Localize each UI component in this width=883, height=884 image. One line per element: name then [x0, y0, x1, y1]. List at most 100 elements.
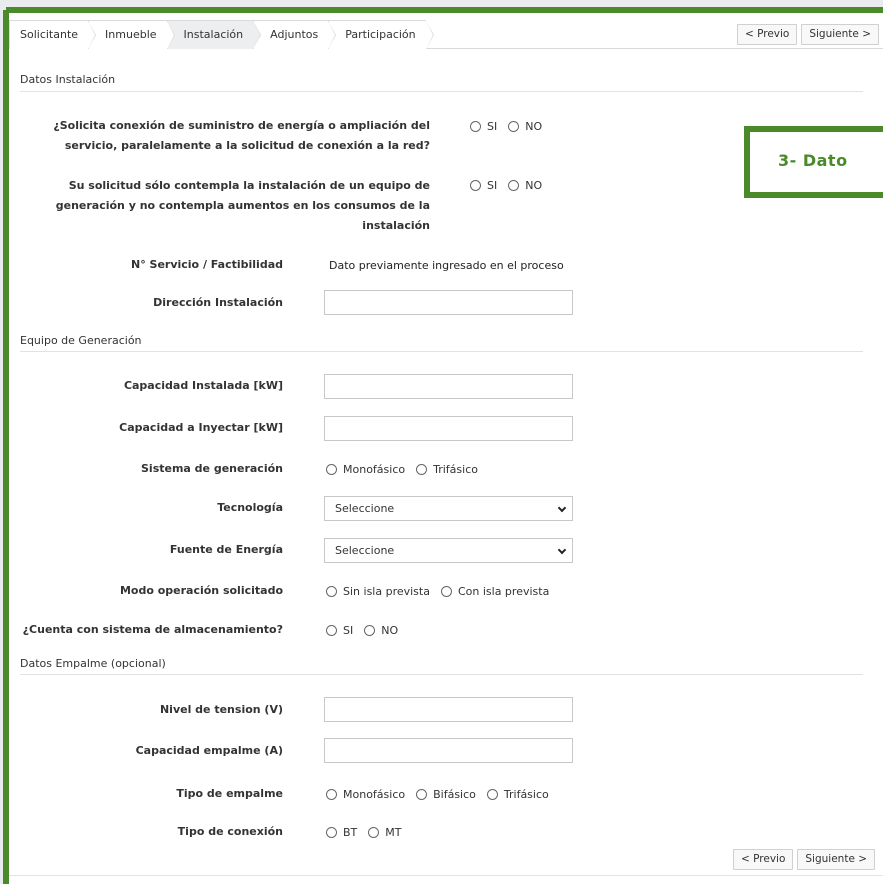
modo-option-sin-isla[interactable]: Sin isla prevista	[326, 585, 430, 598]
tipo-empalme-radio-group: Monofásico Bifásico Trifásico	[326, 788, 549, 801]
tecnologia-select[interactable]: Seleccione	[324, 496, 573, 521]
tipo-conexion-label: Tipo de conexión	[177, 825, 283, 838]
q2-radio-group: SI NO	[470, 179, 542, 192]
tipo-empalme-option-monofasico[interactable]: Monofásico	[326, 788, 405, 801]
q2-label-line3: instalación	[362, 219, 430, 232]
radio-circle-icon[interactable]	[470, 121, 481, 132]
q2-option-si-label: SI	[487, 179, 498, 192]
frame-left-bar	[3, 10, 9, 884]
almacenamiento-label: ¿Cuenta con sistema de almacenamiento?	[22, 623, 283, 636]
modo-option-con-isla-label: Con isla prevista	[457, 585, 550, 598]
prev-button-top[interactable]: < Previo	[736, 23, 798, 45]
nivel-tension-label: Nivel de tension (V)	[159, 703, 283, 716]
tipo-empalme-option-bifasico-label: Bifásico	[433, 788, 476, 801]
q1-option-no[interactable]: NO	[508, 120, 542, 133]
radio-circle-icon[interactable]	[326, 827, 337, 838]
tab-instalacion[interactable]: Instalación	[166, 20, 261, 49]
sistema-radio-group: Monofásico Trifásico	[326, 463, 478, 476]
tecnologia-label: Tecnología	[217, 501, 283, 514]
prev-button-bottom[interactable]: < Previo	[733, 849, 794, 870]
radio-circle-icon[interactable]	[326, 464, 337, 475]
tab-inmueble[interactable]: Inmueble	[88, 20, 176, 49]
fuente-selected-value: Seleccione	[335, 544, 395, 557]
q2-label: Su solicitud sólo contempla la instalaci…	[20, 176, 430, 236]
tab-adjuntos[interactable]: Adjuntos	[253, 20, 337, 49]
tipo-empalme-label: Tipo de empalme	[176, 787, 283, 800]
top-nav-buttons: < Previo Siguiente >	[736, 20, 883, 48]
section-title-generacion: Equipo de Generación	[20, 334, 142, 347]
sistema-option-trifasico[interactable]: Trifásico	[416, 463, 478, 476]
fuente-select[interactable]: Seleccione	[324, 538, 573, 563]
section-divider	[20, 674, 863, 675]
q2-option-no-label: NO	[525, 179, 543, 192]
tipo-conexion-option-mt-label: MT	[385, 826, 402, 839]
almacenamiento-option-no-label: NO	[381, 624, 399, 637]
modo-label: Modo operación solicitado	[119, 584, 283, 597]
tab-solicitante[interactable]: Solicitante	[9, 20, 97, 49]
step-callout-text: 3- Dato	[778, 151, 848, 170]
tipo-conexion-option-bt[interactable]: BT	[326, 826, 357, 839]
radio-circle-icon[interactable]	[326, 586, 337, 597]
q1-option-si-label: SI	[487, 120, 498, 133]
cap-instalada-label: Capacidad Instalada [kW]	[123, 379, 283, 392]
modo-option-con-isla[interactable]: Con isla prevista	[440, 585, 550, 598]
tipo-empalme-option-trifasico-label: Trifásico	[503, 788, 549, 801]
tipo-empalme-option-bifasico[interactable]: Bifásico	[416, 788, 476, 801]
q1-label-line2: servicio, paralelamente a la solicitud d…	[64, 139, 430, 152]
radio-circle-icon[interactable]	[368, 827, 380, 838]
almacenamiento-radio-group: SI NO	[326, 624, 398, 637]
frame-top-bar	[6, 7, 883, 13]
q1-option-no-label: NO	[525, 120, 543, 133]
q2-label-line1: Su solicitud sólo contempla la instalaci…	[68, 179, 430, 192]
radio-circle-icon[interactable]	[364, 625, 376, 636]
radio-circle-icon[interactable]	[416, 789, 428, 800]
radio-circle-icon[interactable]	[470, 180, 481, 191]
bottom-divider	[9, 875, 883, 876]
almacenamiento-option-no[interactable]: NO	[364, 624, 398, 637]
q2-label-line2: generación y no contempla aumentos en lo…	[55, 199, 430, 212]
almacenamiento-option-si-label: SI	[343, 624, 354, 637]
almacenamiento-option-si[interactable]: SI	[326, 624, 353, 637]
q1-radio-group: SI NO	[470, 120, 542, 133]
q2-option-si[interactable]: SI	[470, 179, 497, 192]
bottom-nav-buttons: < Previo Siguiente >	[733, 849, 876, 870]
servicio-label: N° Servicio / Factibilidad	[130, 258, 283, 271]
nivel-tension-input[interactable]	[324, 697, 573, 722]
tecnologia-selected-value: Seleccione	[335, 502, 395, 515]
sistema-option-monofasico[interactable]: Monofásico	[326, 463, 405, 476]
radio-circle-icon[interactable]	[326, 625, 337, 636]
sistema-option-monofasico-label: Monofásico	[343, 463, 406, 476]
section-divider	[20, 91, 863, 92]
step-callout: 3- Dato	[744, 126, 883, 198]
next-button-top[interactable]: Siguiente >	[801, 23, 879, 45]
servicio-value: Dato previamente ingresado en el proceso	[329, 259, 564, 272]
tipo-empalme-option-trifasico[interactable]: Trifásico	[486, 788, 549, 801]
radio-circle-icon[interactable]	[486, 789, 498, 800]
tipo-conexion-radio-group: BT MT	[326, 826, 401, 839]
fuente-label: Fuente de Energía	[169, 543, 283, 556]
cap-instalada-input[interactable]	[324, 374, 573, 399]
q1-label-line1: ¿Solicita conexión de suministro de ener…	[53, 119, 430, 132]
frame-top	[0, 0, 883, 13]
q1-option-si[interactable]: SI	[470, 120, 497, 133]
tab-participacion[interactable]: Participación	[328, 20, 435, 49]
next-button-bottom[interactable]: Siguiente >	[797, 849, 876, 870]
radio-circle-icon[interactable]	[326, 789, 337, 800]
chevron-down-icon	[557, 545, 567, 555]
cap-empalme-input[interactable]	[324, 738, 573, 763]
tipo-conexion-option-mt[interactable]: MT	[368, 826, 401, 839]
radio-circle-icon[interactable]	[508, 121, 520, 132]
tipo-empalme-option-monofasico-label: Monofásico	[343, 788, 406, 801]
section-title-empalme: Datos Empalme (opcional)	[20, 657, 166, 670]
q1-label: ¿Solicita conexión de suministro de ener…	[20, 116, 430, 156]
radio-circle-icon[interactable]	[508, 180, 520, 191]
section-title-instalacion: Datos Instalación	[20, 73, 116, 86]
q2-option-no[interactable]: NO	[508, 179, 542, 192]
radio-circle-icon[interactable]	[440, 586, 452, 597]
cap-inyectar-input[interactable]	[324, 416, 573, 441]
cap-empalme-label: Capacidad empalme (A)	[135, 744, 283, 757]
direccion-input[interactable]	[324, 290, 573, 315]
radio-circle-icon[interactable]	[416, 464, 428, 475]
modo-radio-group: Sin isla prevista Con isla prevista	[326, 585, 549, 598]
step-tabs: Solicitante Inmueble Instalación Adjunto…	[9, 20, 883, 49]
